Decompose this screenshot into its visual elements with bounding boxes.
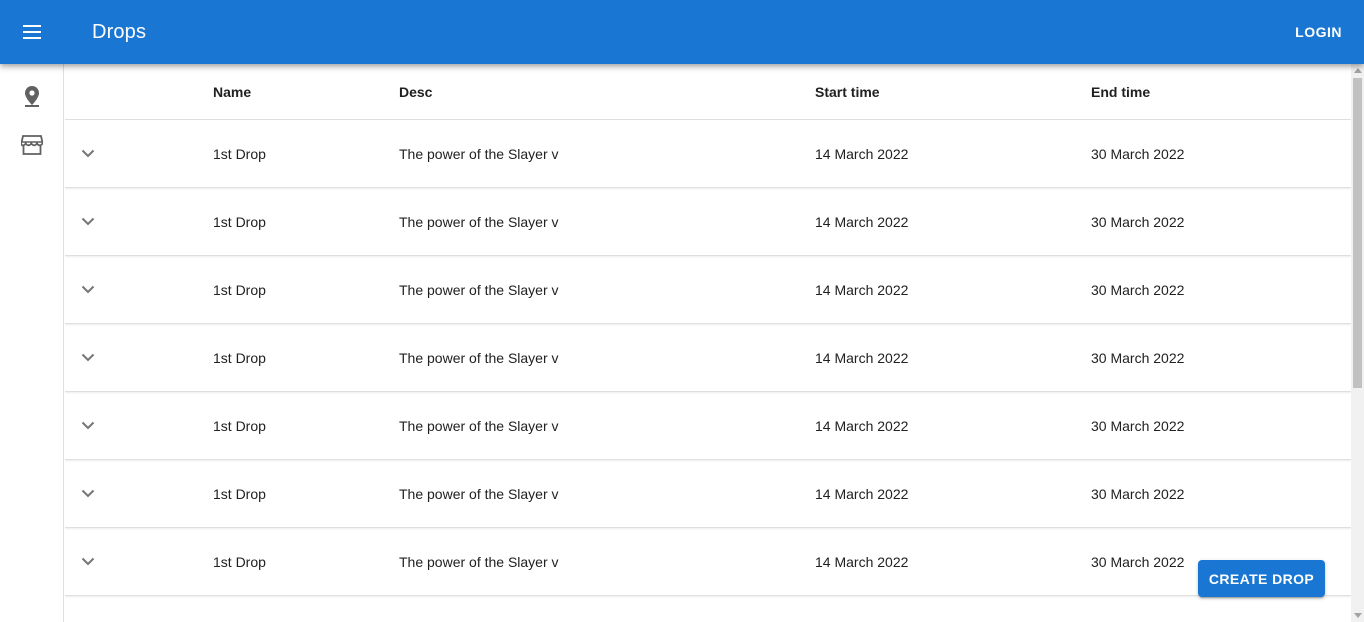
column-header-desc[interactable]: Desc (399, 64, 432, 119)
cell-name: 1st Drop (213, 213, 266, 230)
chevron-down-icon (81, 421, 95, 430)
cell-end-time: 30 March 2022 (1091, 145, 1185, 162)
table-row[interactable]: 1st Drop The power of the Slayer v 14 Ma… (65, 188, 1351, 256)
cell-desc: The power of the Slayer v (399, 349, 559, 366)
cell-desc: The power of the Slayer v (399, 281, 559, 298)
menu-icon (23, 25, 41, 39)
table-header: Name Desc Start time End time (65, 64, 1351, 120)
scroll-up-icon[interactable] (1354, 68, 1362, 73)
drops-table: Name Desc Start time End time 1st Drop T… (65, 64, 1351, 622)
table-row[interactable]: 1st Drop The power of the Slayer v 14 Ma… (65, 256, 1351, 324)
cell-name: 1st Drop (213, 145, 266, 162)
cell-start-time: 14 March 2022 (815, 485, 909, 502)
table-row[interactable]: 1st Drop The power of the Slayer v 14 Ma… (65, 120, 1351, 188)
login-button[interactable]: LOGIN (1295, 18, 1342, 46)
cell-desc: The power of the Slayer v (399, 417, 559, 434)
cell-end-time: 30 March 2022 (1091, 213, 1185, 230)
cell-end-time: 30 March 2022 (1091, 553, 1185, 570)
app-bar: Drops LOGIN (0, 0, 1364, 64)
cell-start-time: 14 March 2022 (815, 417, 909, 434)
store-icon (21, 135, 43, 155)
create-drop-button[interactable]: CREATE DROP (1198, 560, 1325, 597)
cell-start-time: 14 March 2022 (815, 553, 909, 570)
sidebar (0, 64, 64, 622)
chevron-down-icon (81, 353, 95, 362)
table-row[interactable]: 1st Drop The power of the Slayer v 14 Ma… (65, 392, 1351, 460)
location-pin-icon (25, 86, 39, 107)
cell-name: 1st Drop (213, 349, 266, 366)
table-row[interactable]: 1st Drop The power of the Slayer v 14 Ma… (65, 324, 1351, 392)
expand-row-button[interactable] (73, 460, 103, 527)
expand-row-button[interactable] (73, 392, 103, 459)
table-row[interactable]: 1st Drop The power of the Slayer v 14 Ma… (65, 460, 1351, 528)
chevron-down-icon (81, 149, 95, 158)
chevron-down-icon (81, 217, 95, 226)
cell-desc: The power of the Slayer v (399, 553, 559, 570)
menu-button[interactable] (12, 12, 52, 52)
scroll-down-icon[interactable] (1354, 613, 1362, 618)
sidebar-item-store[interactable] (12, 125, 52, 165)
cell-end-time: 30 March 2022 (1091, 281, 1185, 298)
cell-name: 1st Drop (213, 485, 266, 502)
cell-end-time: 30 March 2022 (1091, 349, 1185, 366)
cell-desc: The power of the Slayer v (399, 485, 559, 502)
column-header-name[interactable]: Name (213, 64, 251, 119)
cell-start-time: 14 March 2022 (815, 281, 909, 298)
cell-name: 1st Drop (213, 417, 266, 434)
expand-row-button[interactable] (73, 324, 103, 391)
cell-end-time: 30 March 2022 (1091, 417, 1185, 434)
sidebar-item-map[interactable] (12, 76, 52, 116)
chevron-down-icon (81, 285, 95, 294)
vertical-scrollbar[interactable] (1351, 64, 1364, 622)
table-row[interactable]: 1st Drop The power of the Slayer v 14 Ma… (65, 528, 1351, 596)
cell-name: 1st Drop (213, 281, 266, 298)
cell-name: 1st Drop (213, 553, 266, 570)
expand-row-button[interactable] (73, 188, 103, 255)
scroll-thumb[interactable] (1353, 78, 1362, 388)
chevron-down-icon (81, 557, 95, 566)
column-header-start-time[interactable]: Start time (815, 64, 880, 119)
cell-start-time: 14 March 2022 (815, 213, 909, 230)
expand-row-button[interactable] (73, 528, 103, 595)
expand-row-button[interactable] (73, 256, 103, 323)
cell-desc: The power of the Slayer v (399, 145, 559, 162)
expand-row-button[interactable] (73, 120, 103, 187)
cell-start-time: 14 March 2022 (815, 145, 909, 162)
column-header-end-time[interactable]: End time (1091, 64, 1150, 119)
cell-start-time: 14 March 2022 (815, 349, 909, 366)
chevron-down-icon (81, 489, 95, 498)
cell-desc: The power of the Slayer v (399, 213, 559, 230)
cell-end-time: 30 March 2022 (1091, 485, 1185, 502)
page-title: Drops (92, 21, 147, 43)
